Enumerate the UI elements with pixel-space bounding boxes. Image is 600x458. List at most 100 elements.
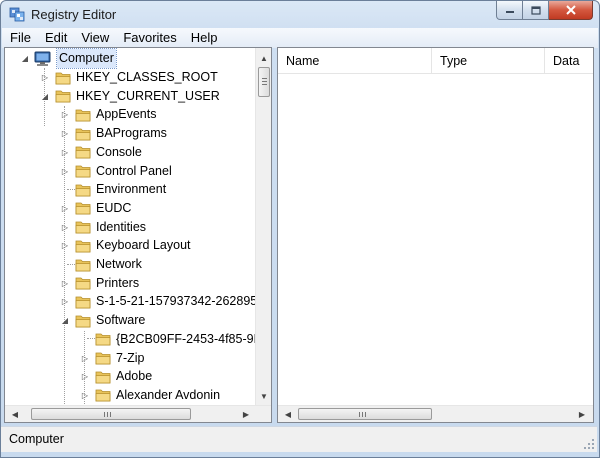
maximize-button[interactable]	[523, 1, 549, 20]
collapsed-triangle-icon[interactable]: ▷	[59, 199, 71, 218]
collapsed-triangle-icon[interactable]: ▷	[59, 292, 71, 311]
tree-item-label: S-1-5-21-157937342-26289547	[96, 294, 257, 309]
list-horizontal-scroll-thumb[interactable]	[298, 408, 432, 420]
collapsed-triangle-icon[interactable]: ▷	[79, 367, 91, 386]
scroll-right-arrow-icon[interactable]: ▶	[574, 406, 590, 422]
tree-item-label: HKEY_CLASSES_ROOT	[76, 70, 218, 84]
menu-edit[interactable]: Edit	[37, 28, 73, 48]
folder-icon	[75, 296, 91, 309]
tree-item[interactable]: ▷ Control Panel	[59, 162, 172, 181]
tree-item[interactable]: Environment	[59, 180, 166, 199]
key-tree-pane[interactable]: ◢ Computer ▷ HKEY_CLASSES_ROOT ◢ HKEY_CURRE…	[4, 47, 272, 423]
tree-root-label: Computer	[56, 48, 117, 69]
collapsed-triangle-icon[interactable]: ▷	[39, 68, 51, 87]
expanded-triangle-icon[interactable]: ◢	[59, 311, 71, 330]
tree-item-label: 7-Zip	[116, 350, 145, 365]
folder-icon	[75, 259, 91, 271]
collapsed-triangle-icon[interactable]: ▷	[59, 218, 71, 237]
scroll-down-arrow-icon[interactable]: ▼	[256, 388, 271, 404]
minimize-button[interactable]	[496, 1, 523, 20]
values-list-pane[interactable]: Name Type Data ◀ ▶	[277, 47, 594, 423]
folder-icon	[75, 277, 91, 290]
tree-item[interactable]: ▷ Keyboard Layout	[59, 236, 191, 255]
tree-item-label: AppEvents	[96, 107, 157, 122]
tree-item-label: EUDC	[96, 200, 132, 215]
tree-item[interactable]: ▷ S-1-5-21-157937342-26289547	[59, 292, 257, 311]
folder-icon	[75, 146, 91, 159]
tree-item[interactable]: ▷ BAPrograms	[59, 124, 167, 143]
scroll-left-arrow-icon[interactable]: ◀	[280, 406, 296, 422]
folder-icon	[75, 128, 91, 140]
menu-view[interactable]: View	[73, 28, 115, 48]
expanded-triangle-icon[interactable]: ◢	[39, 87, 51, 106]
folder-icon	[95, 389, 111, 402]
status-bar: Computer	[1, 426, 597, 452]
tree-item[interactable]: ▷ Identities	[59, 218, 146, 237]
tree-item-label: {B2CB09FF-2453-4f85-9F4	[116, 331, 257, 346]
resize-grip-icon[interactable]	[583, 438, 595, 450]
collapsed-triangle-icon[interactable]: ▷	[59, 274, 71, 293]
tree-item[interactable]: ◢ HKEY_CURRENT_USER	[39, 87, 220, 106]
menu-file[interactable]: File	[2, 28, 37, 48]
scroll-up-arrow-icon[interactable]: ▲	[256, 50, 271, 66]
folder-icon	[75, 240, 91, 253]
status-path: Computer	[9, 432, 64, 446]
tree-vertical-scroll-thumb[interactable]	[258, 67, 270, 97]
tree-item[interactable]: ▷ AppEvents	[59, 105, 157, 124]
tree-item-label: Printers	[96, 275, 140, 290]
window-title: Registry Editor	[31, 7, 117, 22]
folder-icon	[75, 315, 91, 327]
list-horizontal-scrollbar[interactable]: ◀ ▶	[278, 405, 593, 422]
tree-horizontal-scrollbar[interactable]: ◀ ▶	[5, 405, 271, 422]
tree-item-label: Control Panel	[96, 163, 172, 178]
tree-item[interactable]: ▷ Alexander Avdonin	[79, 386, 220, 405]
tree-vertical-scrollbar[interactable]: ▲ ▼	[255, 48, 271, 406]
tree-item[interactable]: ▷ Printers	[59, 274, 139, 293]
column-type-header[interactable]: Type	[432, 48, 545, 74]
title-bar[interactable]: Registry Editor	[1, 1, 599, 29]
folder-icon	[75, 221, 91, 234]
window-controls	[496, 1, 593, 21]
maximize-icon	[530, 5, 541, 15]
tree-item[interactable]: Network	[59, 255, 142, 274]
collapsed-triangle-icon[interactable]: ▷	[59, 236, 71, 255]
close-button[interactable]	[549, 1, 593, 20]
registry-editor-icon	[9, 7, 25, 22]
minimize-icon	[505, 11, 514, 13]
tree-item[interactable]: ◢ Software	[59, 311, 145, 330]
scroll-right-arrow-icon[interactable]: ▶	[238, 406, 254, 422]
collapsed-triangle-icon[interactable]: ▷	[59, 124, 71, 143]
tree-item[interactable]: {B2CB09FF-2453-4f85-9F4	[79, 330, 257, 349]
folder-icon	[75, 202, 91, 215]
tree-item-label: BAPrograms	[96, 126, 167, 141]
collapsed-triangle-icon[interactable]: ▷	[59, 105, 71, 124]
collapsed-triangle-icon[interactable]: ▷	[59, 162, 71, 181]
folder-icon	[75, 184, 91, 197]
folder-icon	[75, 165, 91, 178]
collapsed-triangle-icon[interactable]: ▷	[59, 143, 71, 162]
no-expander	[59, 255, 71, 274]
column-data-header[interactable]: Data	[545, 48, 593, 74]
folder-icon	[55, 72, 71, 84]
tree-item-label: Adobe	[116, 369, 153, 384]
folder-icon	[95, 333, 111, 346]
menu-favorites[interactable]: Favorites	[115, 28, 182, 48]
collapsed-triangle-icon[interactable]: ▷	[79, 386, 91, 405]
tree-item[interactable]: ▷ EUDC	[59, 199, 132, 218]
tree-horizontal-scroll-thumb[interactable]	[31, 408, 191, 420]
tree-item[interactable]: ▷ Console	[59, 143, 142, 162]
tree-root-computer[interactable]: ◢ Computer	[19, 48, 117, 69]
tree-item-label: HKEY_CURRENT_USER	[76, 88, 220, 103]
expanded-triangle-icon[interactable]: ◢	[19, 49, 31, 68]
tree-item[interactable]: ▷ HKEY_CLASSES_ROOT	[39, 68, 218, 87]
tree-item[interactable]: ▷ Adobe	[79, 367, 152, 386]
tree-item[interactable]: ▷ 7-Zip	[79, 349, 145, 368]
tree-item-label: Environment	[96, 182, 167, 197]
close-icon	[565, 5, 576, 15]
collapsed-triangle-icon[interactable]: ▷	[79, 349, 91, 368]
column-name-header[interactable]: Name	[278, 48, 432, 74]
folder-icon	[75, 109, 91, 122]
menu-help[interactable]: Help	[183, 28, 224, 48]
scroll-left-arrow-icon[interactable]: ◀	[7, 406, 23, 422]
tree-item-label: Alexander Avdonin	[116, 387, 221, 402]
